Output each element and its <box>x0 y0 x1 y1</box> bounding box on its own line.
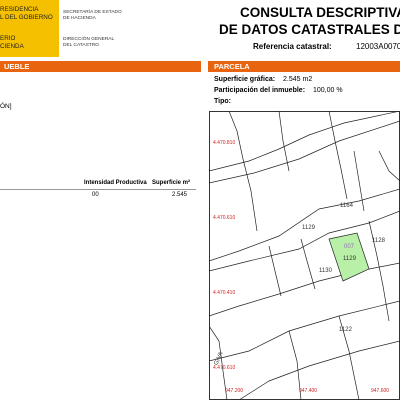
map-frame <box>209 111 400 400</box>
parcel-label: 1164 <box>340 203 354 209</box>
table-cell-surface: 2.545 <box>172 192 188 198</box>
table-header-surface: Superficie m² <box>152 180 191 186</box>
page-title-line2: DE DATOS CATASTRALES DE <box>219 22 400 37</box>
map-coord-y: 4.470.610 <box>213 215 235 221</box>
surface-value: 2.545 m2 <box>283 76 313 83</box>
parcel-participation-row: Participación del inmueble: 100,00 % <box>214 87 343 94</box>
section-title: UEBLE <box>4 62 30 71</box>
directorate-text: DEL CATASTRO <box>63 43 99 48</box>
ministry-text: DE HACIENDA <box>63 16 96 21</box>
logo-text: ERIO <box>0 35 16 42</box>
parcel-label: 1130 <box>319 268 333 274</box>
highlight-number: 1129 <box>343 256 357 262</box>
map-coord-y: 4.470.810 <box>213 140 235 146</box>
parcel-label: 1122 <box>339 327 353 333</box>
map-coord-x: 947.600 <box>371 388 389 394</box>
map-coord-x: 947.200 <box>225 388 243 394</box>
table-cell-intensity: 00 <box>92 192 99 198</box>
logo-text: RESIDENCIA <box>0 6 39 13</box>
table-header-divider <box>0 189 196 190</box>
property-text-fragment: ÓN] <box>0 103 12 110</box>
logo-text: L DEL GOBIERNO <box>0 13 53 21</box>
ministry-block: SECRETARÍA DE ESTADO DE HACIENDA <box>63 10 122 22</box>
parcela-section-bar: PARCELA <box>208 61 400 72</box>
parcel-surface-row: Superficie gráfica: 2.545 m2 <box>214 76 312 83</box>
header-divider <box>58 0 59 57</box>
highlight-label: 007 <box>344 244 355 250</box>
refcat-label: Referencia catastral: <box>253 42 332 51</box>
table-header-intensity: Intensidad Productiva <box>84 180 147 186</box>
page-title: CONSULTA DESCRIPTIVA <box>240 5 400 20</box>
type-label: Tipo: <box>214 98 231 105</box>
government-logo: RESIDENCIA L DEL GOBIERNO ERIO CIENDA <box>0 0 58 57</box>
cadastral-map[interactable]: 007 1129 1164 1129 1128 1130 1122 4.470.… <box>209 111 400 400</box>
participation-value: 100,00 % <box>312 87 343 94</box>
parcel-label: 1128 <box>372 238 386 244</box>
logo-text: CIENDA <box>0 42 24 50</box>
parcel-label: 1129 <box>302 225 316 231</box>
map-coord-x: 947.400 <box>299 388 317 394</box>
surface-label: Superficie gráfica: <box>214 76 276 83</box>
participation-label: Participación del inmueble: <box>214 87 306 94</box>
section-title: PARCELA <box>214 62 250 71</box>
map-coord-y: 4.470.410 <box>213 290 235 296</box>
refcat-value: 12003A0070 <box>356 42 400 51</box>
parcel-type-row: Tipo: <box>214 98 231 105</box>
directorate-block: DIRECCIÓN GENERAL DEL CATASTRO <box>63 37 114 49</box>
inmueble-section-bar: UEBLE <box>0 61 201 72</box>
